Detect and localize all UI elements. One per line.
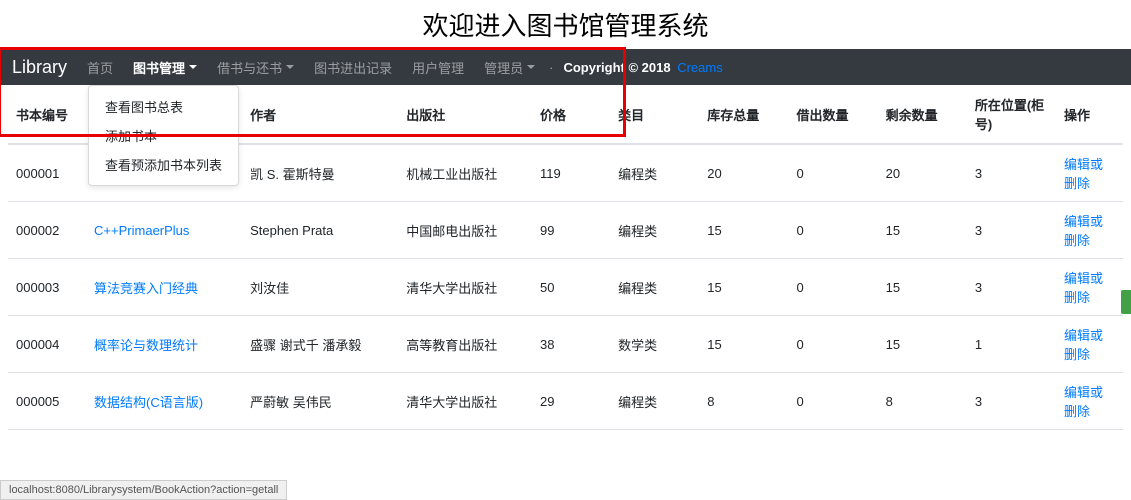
cell-location: 3 bbox=[967, 144, 1056, 202]
th-category: 类目 bbox=[610, 85, 699, 144]
nav-admin[interactable]: 管理员 bbox=[474, 49, 545, 85]
cell-borrowed: 0 bbox=[788, 202, 877, 259]
th-location: 所在位置(柜号) bbox=[967, 85, 1056, 144]
cell-price: 29 bbox=[532, 373, 610, 430]
cell-publisher: 机械工业出版社 bbox=[398, 144, 532, 202]
edit-delete-link[interactable]: 编辑或删除 bbox=[1064, 271, 1103, 305]
status-bar: localhost:8080/Librarysystem/BookAction?… bbox=[0, 480, 287, 500]
cell-stock: 15 bbox=[699, 316, 788, 373]
th-publisher: 出版社 bbox=[398, 85, 532, 144]
cell-borrowed: 0 bbox=[788, 259, 877, 316]
cell-location: 3 bbox=[967, 202, 1056, 259]
cell-location: 3 bbox=[967, 373, 1056, 430]
cell-category: 编程类 bbox=[610, 259, 699, 316]
cell-id: 000005 bbox=[8, 373, 86, 430]
cell-price: 119 bbox=[532, 144, 610, 202]
cell-location: 3 bbox=[967, 259, 1056, 316]
cell-category: 编程类 bbox=[610, 202, 699, 259]
book-name-link[interactable]: 数据结构(C语言版) bbox=[94, 395, 203, 410]
cell-author: 凯 S. 霍斯特曼 bbox=[242, 144, 398, 202]
cell-price: 50 bbox=[532, 259, 610, 316]
cell-id: 000003 bbox=[8, 259, 86, 316]
edit-delete-link[interactable]: 编辑或删除 bbox=[1064, 385, 1103, 419]
cell-remain: 20 bbox=[878, 144, 967, 202]
cell-price: 99 bbox=[532, 202, 610, 259]
table-row: 000003 算法竞赛入门经典 刘汝佳 清华大学出版社 50 编程类 15 0 … bbox=[8, 259, 1123, 316]
nav-user-manage[interactable]: 用户管理 bbox=[402, 49, 474, 85]
dropdown-book-manage: 查看图书总表 添加书本 查看预添加书本列表 bbox=[88, 85, 239, 186]
book-name-link[interactable]: 概率论与数理统计 bbox=[94, 338, 198, 353]
cell-price: 38 bbox=[532, 316, 610, 373]
cell-id: 000002 bbox=[8, 202, 86, 259]
dropdown-item-add-book[interactable]: 添加书本 bbox=[89, 121, 238, 150]
nav-admin-label: 管理员 bbox=[484, 58, 523, 77]
copyright-link[interactable]: Creams bbox=[674, 60, 723, 75]
caret-down-icon bbox=[286, 65, 294, 69]
cell-id: 000001 bbox=[8, 144, 86, 202]
cell-borrowed: 0 bbox=[788, 316, 877, 373]
cell-author: 刘汝佳 bbox=[242, 259, 398, 316]
edit-delete-link[interactable]: 编辑或删除 bbox=[1064, 214, 1103, 248]
cell-stock: 8 bbox=[699, 373, 788, 430]
cell-remain: 8 bbox=[878, 373, 967, 430]
cell-stock: 20 bbox=[699, 144, 788, 202]
nav-borrow-return-label: 借书与还书 bbox=[217, 58, 282, 77]
cell-author: Stephen Prata bbox=[242, 202, 398, 259]
cell-remain: 15 bbox=[878, 316, 967, 373]
edit-delete-link[interactable]: 编辑或删除 bbox=[1064, 157, 1103, 191]
nav-home[interactable]: 首页 bbox=[77, 49, 123, 85]
cell-author: 严蔚敏 吴伟民 bbox=[242, 373, 398, 430]
navbar-brand[interactable]: Library bbox=[8, 57, 77, 78]
dropdown-item-view-all[interactable]: 查看图书总表 bbox=[89, 92, 238, 121]
nav-separator: · bbox=[545, 49, 557, 85]
th-price: 价格 bbox=[532, 85, 610, 144]
nav-book-manage-label: 图书管理 bbox=[133, 58, 185, 77]
scroll-indicator[interactable] bbox=[1121, 290, 1131, 314]
book-name-link[interactable]: C++PrimaerPlus bbox=[94, 223, 189, 238]
copyright-text: Copyright © 2018 Creams bbox=[557, 60, 728, 75]
table-row: 000002 C++PrimaerPlus Stephen Prata 中国邮电… bbox=[8, 202, 1123, 259]
cell-publisher: 高等教育出版社 bbox=[398, 316, 532, 373]
th-borrowed: 借出数量 bbox=[788, 85, 877, 144]
cell-publisher: 中国邮电出版社 bbox=[398, 202, 532, 259]
cell-stock: 15 bbox=[699, 202, 788, 259]
cell-location: 1 bbox=[967, 316, 1056, 373]
caret-down-icon bbox=[527, 65, 535, 69]
cell-stock: 15 bbox=[699, 259, 788, 316]
th-remain: 剩余数量 bbox=[878, 85, 967, 144]
edit-delete-link[interactable]: 编辑或删除 bbox=[1064, 328, 1103, 362]
caret-down-icon bbox=[189, 65, 197, 69]
book-name-link[interactable]: 算法竞赛入门经典 bbox=[94, 281, 198, 296]
cell-category: 数学类 bbox=[610, 316, 699, 373]
cell-author: 盛骤 谢式千 潘承毅 bbox=[242, 316, 398, 373]
cell-category: 编程类 bbox=[610, 144, 699, 202]
cell-category: 编程类 bbox=[610, 373, 699, 430]
cell-publisher: 清华大学出版社 bbox=[398, 373, 532, 430]
th-operation: 操作 bbox=[1056, 85, 1123, 144]
nav-borrow-return[interactable]: 借书与还书 bbox=[207, 49, 304, 85]
cell-publisher: 清华大学出版社 bbox=[398, 259, 532, 316]
navbar: Library 首页 图书管理 借书与还书 图书进出记录 用户管理 管理员 · … bbox=[0, 49, 1131, 85]
th-id: 书本编号 bbox=[8, 85, 86, 144]
cell-borrowed: 0 bbox=[788, 144, 877, 202]
th-author: 作者 bbox=[242, 85, 398, 144]
cell-id: 000004 bbox=[8, 316, 86, 373]
nav-book-manage[interactable]: 图书管理 bbox=[123, 49, 207, 85]
dropdown-item-view-pending[interactable]: 查看预添加书本列表 bbox=[89, 150, 238, 179]
cell-remain: 15 bbox=[878, 259, 967, 316]
page-title: 欢迎进入图书馆管理系统 bbox=[0, 0, 1131, 49]
table-row: 000005 数据结构(C语言版) 严蔚敏 吴伟民 清华大学出版社 29 编程类… bbox=[8, 373, 1123, 430]
nav-book-log[interactable]: 图书进出记录 bbox=[304, 49, 402, 85]
cell-borrowed: 0 bbox=[788, 373, 877, 430]
th-stock: 库存总量 bbox=[699, 85, 788, 144]
table-row: 000004 概率论与数理统计 盛骤 谢式千 潘承毅 高等教育出版社 38 数学… bbox=[8, 316, 1123, 373]
cell-remain: 15 bbox=[878, 202, 967, 259]
